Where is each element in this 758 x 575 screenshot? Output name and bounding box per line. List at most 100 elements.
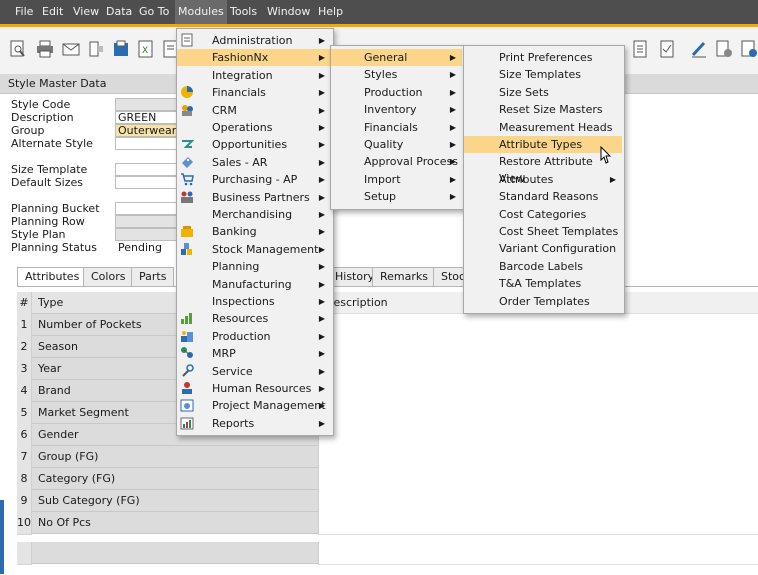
- export-excel-icon[interactable]: X: [136, 39, 156, 59]
- menu-edit[interactable]: Edit: [39, 0, 66, 24]
- alternate-style-field[interactable]: [115, 137, 179, 150]
- modules-menu-item[interactable]: Merchandising ▶: [177, 206, 331, 223]
- grid-empty-row[interactable]: [17, 542, 758, 565]
- menu-help[interactable]: Help: [315, 0, 346, 24]
- modules-menu-item[interactable]: CRM ▶: [177, 102, 331, 119]
- fashionnx-menu-item[interactable]: Production ▶: [331, 84, 462, 101]
- type-cell[interactable]: Category (FG): [32, 468, 318, 490]
- menu-file[interactable]: File: [12, 0, 36, 24]
- size-template-field[interactable]: [115, 163, 179, 176]
- type-cell[interactable]: No Of Pcs: [32, 512, 318, 534]
- group-field[interactable]: Outerwear: [115, 124, 179, 137]
- fashionnx-menu-item[interactable]: Approval Process ▶: [331, 153, 462, 170]
- tab-colors[interactable]: Colors: [83, 267, 134, 287]
- description-cell[interactable]: [318, 336, 758, 359]
- table-row[interactable]: 6 Gender: [17, 424, 758, 447]
- modules-menu-item[interactable]: Production ▶: [177, 328, 331, 345]
- description-cell[interactable]: [318, 358, 758, 381]
- general-menu-item[interactable]: T&A Templates: [464, 275, 622, 292]
- description-cell[interactable]: [318, 512, 758, 535]
- general-menu-item[interactable]: Print Preferences: [464, 49, 622, 66]
- modules-menu-item[interactable]: Manufacturing ▶: [177, 276, 331, 293]
- table-row[interactable]: 7 Group (FG): [17, 446, 758, 469]
- modules-menu-item[interactable]: Purchasing - AP ▶: [177, 171, 331, 188]
- type-cell[interactable]: Sub Category (FG): [32, 490, 318, 512]
- description-field[interactable]: GREEN TEX: [115, 111, 179, 124]
- table-row[interactable]: 4 Brand: [17, 380, 758, 403]
- tab-remarks[interactable]: Remarks: [372, 267, 436, 287]
- modules-menu-item[interactable]: Human Resources ▶: [177, 380, 331, 397]
- modules-menu-item[interactable]: Reports ▶: [177, 415, 331, 432]
- general-menu-item[interactable]: Restore Attribute View: [464, 153, 622, 185]
- description-cell[interactable]: [318, 490, 758, 513]
- style-code-field[interactable]: [115, 98, 179, 111]
- table-row[interactable]: 8 Category (FG): [17, 468, 758, 491]
- planning-row-field[interactable]: [115, 215, 179, 228]
- modules-menu-item[interactable]: Administration ▶: [177, 32, 331, 49]
- style-plan-field[interactable]: [115, 228, 179, 241]
- form-settings-icon[interactable]: [630, 39, 650, 59]
- table-row[interactable]: 9 Sub Category (FG): [17, 490, 758, 513]
- general-menu-item[interactable]: Reset Size Masters: [464, 101, 622, 118]
- planning-bucket-field[interactable]: [115, 202, 179, 215]
- fashionnx-menu-item[interactable]: Quality ▶: [331, 136, 462, 153]
- modules-menu-item[interactable]: Business Partners ▶: [177, 189, 331, 206]
- table-row[interactable]: 10 No Of Pcs: [17, 512, 758, 535]
- description-cell[interactable]: [318, 446, 758, 469]
- modules-menu-item[interactable]: Operations ▶: [177, 119, 331, 136]
- modules-menu-item[interactable]: Planning ▶: [177, 258, 331, 275]
- fashionnx-menu-item[interactable]: Inventory ▶: [331, 101, 462, 118]
- type-cell[interactable]: [32, 542, 318, 564]
- general-menu-item[interactable]: Barcode Labels: [464, 258, 622, 275]
- document-approve-icon[interactable]: [739, 39, 758, 59]
- general-menu-item[interactable]: Size Templates: [464, 66, 622, 83]
- preview-icon[interactable]: [8, 39, 28, 59]
- modules-menu-item[interactable]: Sales - AR ▶: [177, 154, 331, 171]
- modules-menu-item[interactable]: Stock Management ▶: [177, 241, 331, 258]
- description-cell[interactable]: [318, 380, 758, 403]
- description-cell[interactable]: [318, 468, 758, 491]
- fashionnx-menu-item[interactable]: Financials ▶: [331, 119, 462, 136]
- general-menu-item[interactable]: Measurement Heads: [464, 119, 622, 136]
- general-menu-item[interactable]: Attributes ▶: [464, 171, 622, 188]
- fax-icon[interactable]: [111, 39, 131, 59]
- general-menu-item[interactable]: Cost Sheet Templates: [464, 223, 622, 240]
- fashionnx-menu-item[interactable]: General ▶: [331, 49, 462, 66]
- description-cell[interactable]: [318, 424, 758, 447]
- general-menu-item[interactable]: Variant Configuration: [464, 240, 622, 257]
- default-sizes-field[interactable]: [115, 176, 179, 189]
- modules-menu-item[interactable]: FashionNx ▶: [177, 49, 331, 67]
- edit-pencil-icon[interactable]: [689, 39, 709, 59]
- description-cell[interactable]: [318, 314, 758, 337]
- modules-menu-item[interactable]: MRP ▶: [177, 345, 331, 362]
- menu-window[interactable]: Window: [264, 0, 313, 24]
- general-menu-item[interactable]: Attribute Types: [464, 136, 622, 153]
- sms-icon[interactable]: [86, 39, 106, 59]
- modules-menu-item[interactable]: Integration ▶: [177, 67, 331, 84]
- modules-menu-item[interactable]: Project Management ▶: [177, 397, 331, 414]
- modules-menu-item[interactable]: Financials ▶: [177, 84, 331, 101]
- general-menu-item[interactable]: Cost Categories: [464, 206, 622, 223]
- fashionnx-menu-item[interactable]: Setup ▶: [331, 188, 462, 205]
- modules-menu-item[interactable]: Opportunities ▶: [177, 136, 331, 153]
- menu-tools[interactable]: Tools: [227, 0, 260, 24]
- table-row[interactable]: 2 Season: [17, 336, 758, 359]
- document-settings-icon[interactable]: [714, 39, 734, 59]
- menu-modules[interactable]: Modules: [175, 0, 227, 24]
- description-cell[interactable]: [318, 402, 758, 425]
- general-menu-item[interactable]: Standard Reasons: [464, 188, 622, 205]
- general-menu-item[interactable]: Size Sets: [464, 84, 622, 101]
- modules-menu-item[interactable]: Banking ▶: [177, 223, 331, 240]
- type-cell[interactable]: Group (FG): [32, 446, 318, 468]
- description-cell[interactable]: [318, 542, 758, 565]
- general-menu-item[interactable]: Order Templates: [464, 293, 622, 310]
- fashionnx-menu-item[interactable]: Import ▶: [331, 171, 462, 188]
- print-icon[interactable]: [35, 39, 55, 59]
- menu-view[interactable]: View: [70, 0, 102, 24]
- checklist-icon[interactable]: [657, 39, 677, 59]
- table-row[interactable]: 5 Market Segment: [17, 402, 758, 425]
- table-row[interactable]: 3 Year: [17, 358, 758, 381]
- menu-goto[interactable]: Go To: [136, 0, 172, 24]
- planning-status-field[interactable]: Pending: [115, 241, 179, 254]
- modules-menu-item[interactable]: Service ▶: [177, 363, 331, 380]
